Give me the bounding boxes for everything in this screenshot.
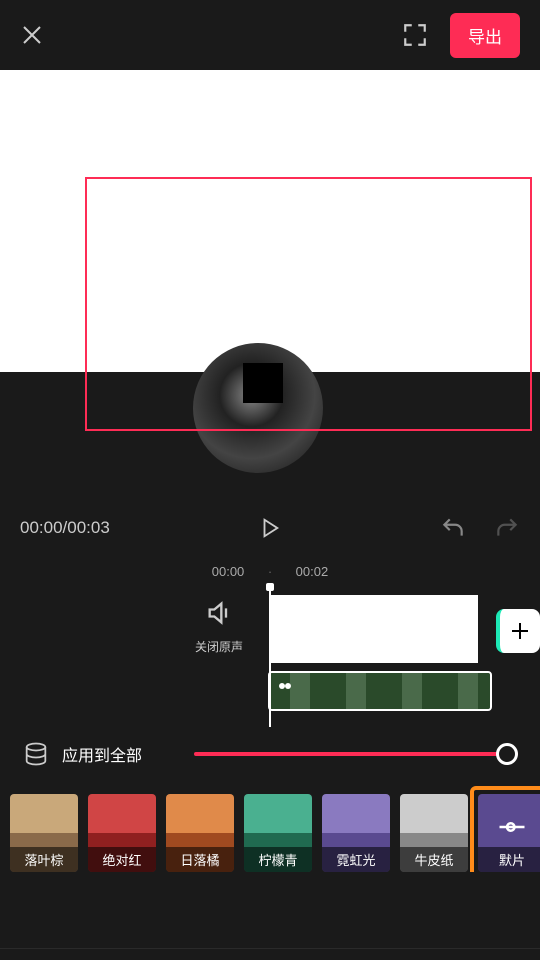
- mute-toggle[interactable]: 关闭原声: [180, 599, 258, 655]
- mute-label: 关闭原声: [180, 638, 258, 655]
- playhead[interactable]: [269, 587, 271, 727]
- slider-thumb[interactable]: [496, 743, 518, 765]
- plus-icon: [508, 619, 532, 643]
- add-clip-button[interactable]: [496, 609, 540, 653]
- undo-icon[interactable]: [440, 515, 466, 541]
- stack-icon: [22, 740, 50, 768]
- apply-all-label[interactable]: 应用到全部: [62, 742, 142, 766]
- adjust-icon: [497, 812, 527, 842]
- link-icon: [276, 677, 294, 695]
- filter-thumb[interactable]: 落叶棕: [10, 794, 78, 872]
- video-clip-2[interactable]: [268, 671, 492, 711]
- play-icon[interactable]: [259, 517, 281, 539]
- timeline[interactable]: 00:00 · 00:02 关闭原声: [0, 556, 540, 728]
- timeline-tick: ·: [268, 564, 272, 579]
- close-icon[interactable]: [20, 23, 44, 47]
- timeline-tick: 00:00: [212, 564, 245, 579]
- video-clip-1[interactable]: [270, 595, 478, 663]
- filter-thumb[interactable]: 绝对红: [88, 794, 156, 872]
- time-display: 00:00/00:03: [20, 518, 110, 538]
- fullscreen-icon[interactable]: [402, 22, 428, 48]
- filter-thumb[interactable]: 牛皮纸: [400, 794, 468, 872]
- redo-icon[interactable]: [494, 515, 520, 541]
- speaker-icon: [205, 599, 233, 627]
- filter-thumb[interactable]: 默片: [478, 794, 540, 872]
- intensity-slider[interactable]: [194, 740, 518, 768]
- selection-box[interactable]: [85, 177, 532, 431]
- filter-thumb[interactable]: 柠檬青: [244, 794, 312, 872]
- filter-thumb[interactable]: 日落橘: [166, 794, 234, 872]
- timeline-tick: 00:02: [296, 564, 329, 579]
- filter-thumb[interactable]: 霓虹光: [322, 794, 390, 872]
- export-button[interactable]: 导出: [450, 13, 520, 58]
